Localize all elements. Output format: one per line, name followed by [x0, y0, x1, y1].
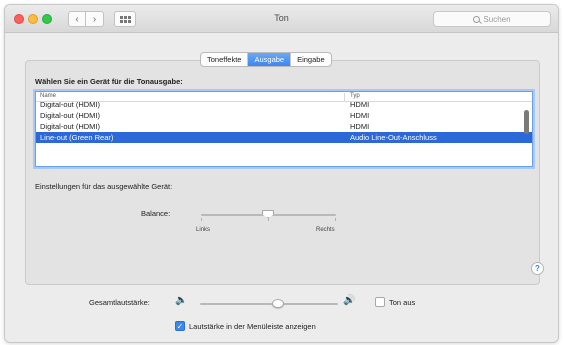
device-name: Digital-out (HDMI) — [40, 122, 101, 131]
device-settings-heading: Einstellungen für das ausgewählte Gerät: — [35, 182, 173, 191]
column-header-type[interactable]: Typ — [350, 93, 360, 99]
search-placeholder: Suchen — [483, 14, 511, 24]
mute-label: Ton aus — [389, 298, 416, 307]
help-button[interactable]: ? — [531, 262, 544, 275]
balance-tick-right — [335, 218, 336, 221]
mute-checkbox[interactable] — [375, 297, 385, 307]
show-in-menubar-checkbox[interactable]: ✓ — [175, 321, 185, 331]
show-in-menubar-label: Lautstärke in der Menüleiste anzeigen — [189, 322, 316, 331]
device-rows: Digital-out (HDMI) HDMI Digital-out (HDM… — [36, 99, 532, 143]
table-row[interactable]: Digital-out (HDMI) HDMI — [36, 110, 532, 121]
tab-bar: Toneffekte Ausgabe Eingabe — [200, 52, 332, 67]
balance-left-label: Links — [196, 227, 211, 233]
search-field[interactable]: Suchen — [433, 11, 551, 27]
balance-slider-knob[interactable] — [262, 210, 274, 218]
tab-eingabe[interactable]: Eingabe — [291, 53, 331, 66]
table-header: Name Typ — [36, 92, 532, 102]
table-row[interactable]: Digital-out (HDMI) HDMI — [36, 121, 532, 132]
output-volume-label: Gesamtlautstärke: — [89, 298, 150, 307]
device-type: HDMI — [350, 111, 370, 120]
speaker-low-icon: 🔈 — [175, 295, 188, 306]
balance-tick-center — [268, 218, 269, 221]
column-divider — [344, 93, 345, 101]
volume-slider-knob[interactable] — [272, 299, 284, 308]
device-name: Digital-out (HDMI) — [40, 111, 101, 120]
balance-right-label: Rechts — [316, 227, 335, 233]
device-type: HDMI — [350, 122, 370, 131]
tab-toneffekte[interactable]: Toneffekte — [201, 53, 249, 66]
question-mark-icon: ? — [535, 264, 540, 273]
table-row-selected[interactable]: Line-out (Green Rear) Audio Line-Out-Ans… — [36, 132, 532, 143]
sound-preferences-window: ‹ › Ton Suchen Toneffekte Ausgabe Eingab… — [4, 4, 559, 343]
device-name: Line-out (Green Rear) — [40, 133, 114, 142]
speaker-high-icon: 🔊 — [343, 295, 356, 306]
search-icon — [473, 15, 481, 23]
table-scrollbar[interactable] — [524, 110, 529, 134]
checkmark-icon: ✓ — [176, 322, 184, 331]
balance-tick-left — [201, 218, 202, 221]
volume-slider-track[interactable] — [200, 303, 338, 305]
output-panel: Wählen Sie ein Gerät für die Tonausgabe:… — [25, 60, 544, 285]
balance-label: Balance: — [141, 209, 171, 218]
output-device-table[interactable]: Digital-out (HDMI) HDMI Digital-out (HDM… — [35, 91, 533, 167]
column-header-name[interactable]: Name — [40, 93, 56, 99]
device-type: Audio Line-Out-Anschluss — [350, 133, 437, 142]
device-select-heading: Wählen Sie ein Gerät für die Tonausgabe: — [35, 77, 183, 86]
tab-ausgabe[interactable]: Ausgabe — [248, 53, 292, 66]
title-bar: ‹ › Ton Suchen — [5, 5, 558, 33]
